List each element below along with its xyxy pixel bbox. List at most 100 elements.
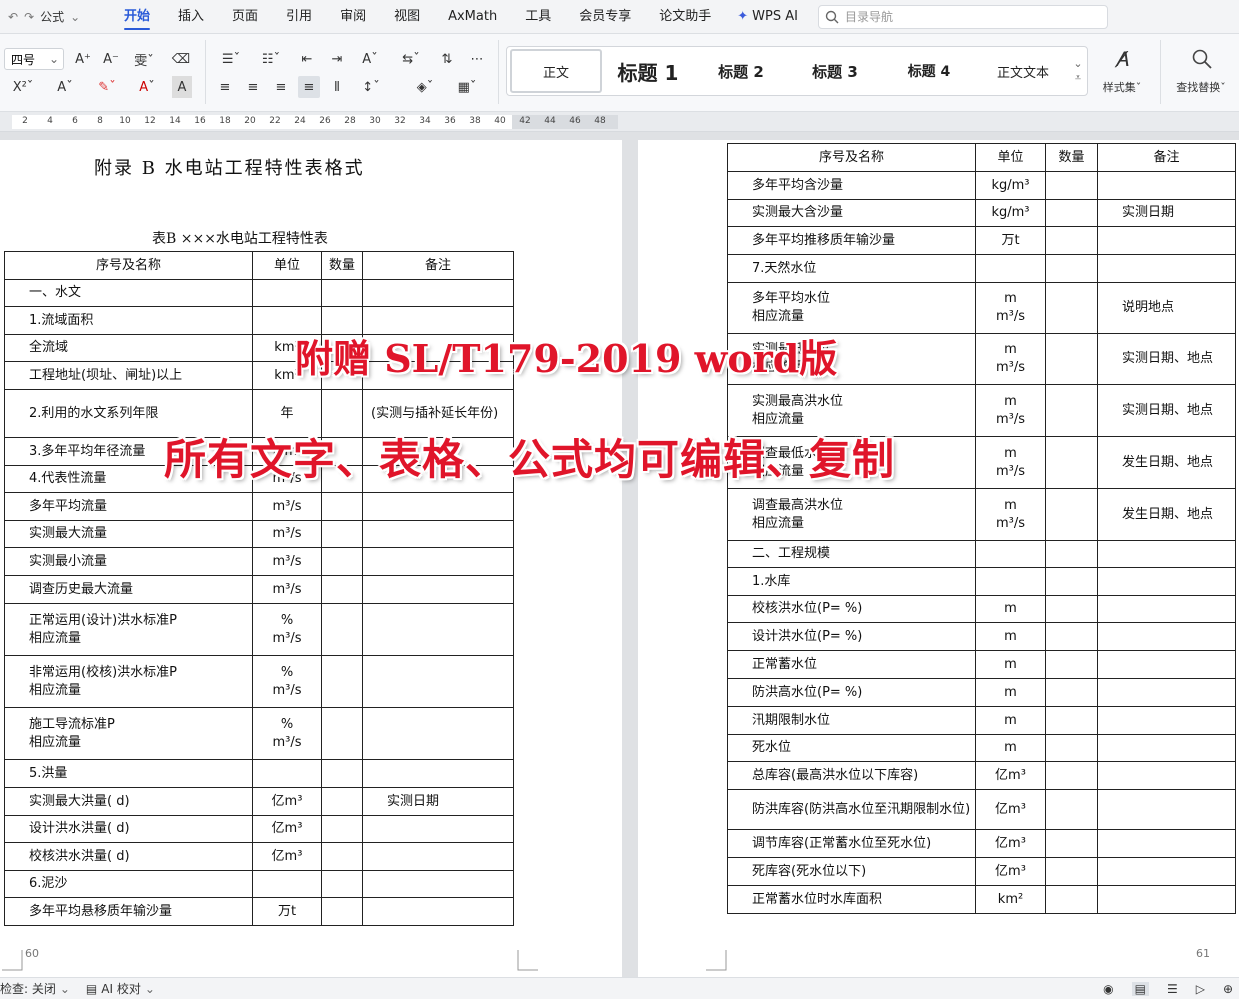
row-name-cell[interactable]: 死水位	[727, 734, 976, 762]
numbered-list-icon[interactable]: ☷ˇ	[256, 48, 286, 70]
row-note-cell[interactable]	[362, 655, 514, 708]
row-name-cell[interactable]: 1.水库	[727, 567, 976, 596]
tab-5[interactable]: 视图	[380, 0, 434, 34]
table-header-cell[interactable]: 备注	[1097, 143, 1236, 172]
row-quantity-cell[interactable]	[321, 842, 363, 871]
row-quantity-cell[interactable]	[1045, 540, 1098, 568]
row-unit-cell[interactable]: m	[975, 622, 1046, 651]
row-unit-cell[interactable]	[252, 759, 322, 788]
row-unit-cell[interactable]: % m³/s	[252, 655, 322, 708]
row-note-cell[interactable]	[1097, 622, 1236, 651]
row-quantity-cell[interactable]	[1045, 761, 1098, 790]
row-unit-cell[interactable]: m	[975, 734, 1046, 762]
row-note-cell[interactable]	[1097, 171, 1236, 200]
style-scroll-icon[interactable]: ⌄ ⩡	[1070, 57, 1086, 85]
row-note-cell[interactable]	[362, 759, 514, 788]
font-size-select[interactable]: 四号 ⌄	[4, 48, 64, 70]
row-note-cell[interactable]	[1097, 226, 1236, 255]
row-unit-cell[interactable]	[975, 254, 1046, 283]
horizontal-ruler[interactable]: 2 4 6 8 10 12 14 16 18 20 22 24 26 28 30 32 34 36 38 40 42 44…	[0, 112, 1239, 132]
row-quantity-cell[interactable]	[1045, 622, 1098, 651]
row-unit-cell[interactable]: m	[975, 678, 1046, 707]
row-unit-cell[interactable]	[975, 567, 1046, 596]
row-quantity-cell[interactable]	[1045, 706, 1098, 735]
tab-3[interactable]: 引用	[272, 0, 326, 34]
row-note-cell[interactable]	[362, 547, 514, 576]
chevron-down-icon[interactable]: ⌄	[145, 982, 155, 996]
row-quantity-cell[interactable]	[321, 492, 363, 521]
tab-6[interactable]: AxMath	[434, 0, 511, 34]
row-quantity-cell[interactable]	[1045, 678, 1098, 707]
row-note-cell[interactable]: 发生日期、地点	[1097, 436, 1236, 489]
row-name-cell[interactable]: 6.泥沙	[4, 870, 253, 898]
row-note-cell[interactable]	[1097, 706, 1236, 735]
row-quantity-cell[interactable]	[321, 707, 363, 760]
shading-icon[interactable]: ◈ˇ	[410, 76, 440, 98]
style-item-4[interactable]: 标题 4	[882, 49, 976, 93]
row-note-cell[interactable]	[1097, 885, 1236, 914]
row-quantity-cell[interactable]	[321, 603, 363, 656]
tab-2[interactable]: 页面	[218, 0, 272, 34]
row-note-cell[interactable]	[1097, 678, 1236, 707]
row-note-cell[interactable]	[362, 492, 514, 521]
row-quantity-cell[interactable]	[1045, 789, 1098, 830]
row-note-cell[interactable]	[1097, 540, 1236, 568]
play-icon[interactable]: ▷	[1196, 982, 1205, 996]
row-name-cell[interactable]: 5.洪量	[4, 759, 253, 788]
text-effect-icon[interactable]: Aˇ	[50, 76, 80, 98]
row-quantity-cell[interactable]	[1045, 829, 1098, 858]
row-note-cell[interactable]	[1097, 567, 1236, 596]
row-quantity-cell[interactable]	[1045, 857, 1098, 886]
row-unit-cell[interactable]	[975, 540, 1046, 568]
row-unit-cell[interactable]: 万t	[975, 226, 1046, 255]
row-name-cell[interactable]: 工程地址(坝址、闸址)以上	[4, 361, 253, 390]
row-quantity-cell[interactable]	[1045, 436, 1098, 489]
style-item-5[interactable]: 正文文本	[976, 49, 1070, 93]
row-quantity-cell[interactable]	[321, 815, 363, 843]
tab-1[interactable]: 插入	[164, 0, 218, 34]
row-note-cell[interactable]	[1097, 254, 1236, 283]
row-unit-cell[interactable]: m³/s	[252, 547, 322, 576]
row-name-cell[interactable]: 多年平均悬移质年输沙量	[4, 897, 253, 926]
row-note-cell[interactable]	[362, 870, 514, 898]
undo-icon[interactable]: ↶	[8, 10, 18, 24]
row-quantity-cell[interactable]	[1045, 734, 1098, 762]
row-name-cell[interactable]: 实测最大含沙量	[727, 199, 976, 227]
table-header-cell[interactable]: 序号及名称	[727, 143, 976, 172]
row-quantity-cell[interactable]	[321, 897, 363, 926]
table-header-cell[interactable]: 序号及名称	[4, 251, 253, 280]
row-unit-cell[interactable]: m m³/s	[975, 384, 1046, 437]
row-unit-cell[interactable]: m m³/s	[975, 436, 1046, 489]
page-60[interactable]: 附录 B 水电站工程特性表格式 表B ×××水电站工程特性表 序号及名称 单位 数量…	[0, 140, 622, 977]
row-name-cell[interactable]: 非常运用(校核)洪水标准P 相应流量	[4, 655, 253, 708]
row-quantity-cell[interactable]	[1045, 384, 1098, 437]
row-name-cell[interactable]: 一、水文	[4, 279, 253, 307]
row-unit-cell[interactable]: % m³/s	[252, 707, 322, 760]
row-name-cell[interactable]: 正常运用(设计)洪水标准P 相应流量	[4, 603, 253, 656]
style-item-0[interactable]: 正文	[510, 49, 602, 93]
line-spacing-icon[interactable]: ↕ˇ	[356, 76, 386, 98]
row-note-cell[interactable]	[362, 279, 514, 307]
row-unit-cell[interactable]: m³/s	[252, 575, 322, 604]
row-unit-cell[interactable]: m	[975, 595, 1046, 623]
chevron-down-icon[interactable]: ⌄	[60, 982, 70, 996]
phonetic-icon[interactable]: 雯ˇ	[130, 48, 158, 70]
row-unit-cell[interactable]: kg/m³	[975, 199, 1046, 227]
redo-icon[interactable]: ↷	[24, 10, 34, 24]
border-icon[interactable]: ▦ˇ	[452, 76, 482, 98]
row-note-cell[interactable]: 实测日期	[1097, 199, 1236, 227]
clear-format-icon[interactable]: ⌫	[170, 48, 192, 70]
nav-search-input[interactable]: 目录导航	[817, 4, 1108, 29]
row-note-cell[interactable]	[1097, 829, 1236, 858]
grow-font-icon[interactable]: A⁺	[72, 48, 94, 70]
superscript-icon[interactable]: X²ˇ	[8, 76, 38, 98]
row-note-cell[interactable]	[362, 842, 514, 871]
row-quantity-cell[interactable]	[1045, 226, 1098, 255]
row-quantity-cell[interactable]	[1045, 282, 1098, 334]
distributed-icon[interactable]: ⦀	[326, 76, 348, 98]
style-item-3[interactable]: 标题 3	[788, 49, 882, 93]
tab-7[interactable]: 工具	[511, 0, 565, 34]
tab-4[interactable]: 审阅	[326, 0, 380, 34]
outline-view-icon[interactable]: ☰	[1167, 982, 1178, 996]
row-quantity-cell[interactable]	[321, 787, 363, 816]
